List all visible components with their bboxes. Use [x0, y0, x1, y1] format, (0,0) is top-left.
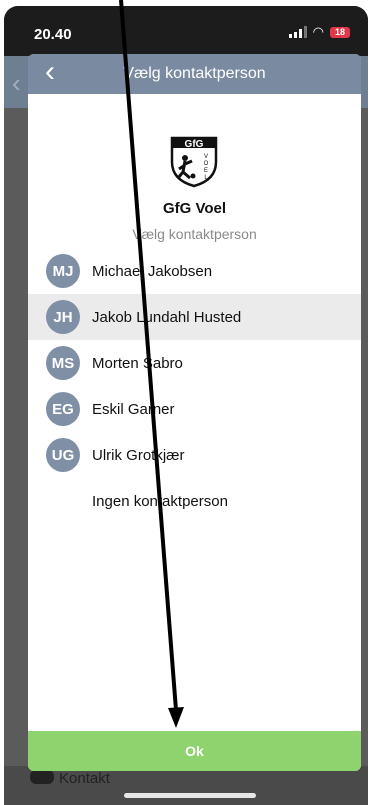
wifi-icon: ◠ [312, 24, 324, 39]
home-indicator [124, 793, 256, 798]
background-contact-icon [30, 770, 54, 784]
battery-icon: 18 [330, 26, 350, 38]
background-bottom-label: Kontakt [59, 770, 110, 787]
contact-name: Michael Jakobsen [92, 262, 213, 280]
avatar: MS [46, 346, 80, 380]
ok-button[interactable]: Ok [28, 731, 361, 771]
avatar: EG [46, 392, 80, 426]
modal-header: ‹ Vælg kontaktperson [28, 54, 361, 94]
svg-text:O: O [204, 161, 209, 167]
svg-text:GfG: GfG [185, 139, 204, 150]
status-bar: 20.40 ◠ 18 [4, 6, 368, 56]
avatar: UG [46, 438, 80, 472]
contact-row-michael-jakobsen[interactable]: MJ Michael Jakobsen [28, 248, 361, 294]
background-bottom-bar: Kontakt [4, 766, 368, 805]
club-name: GfG Voel [162, 200, 227, 217]
contact-row-eskil-garner[interactable]: EG Eskil Garner [28, 386, 361, 432]
contact-name: Eskil Garner [92, 400, 175, 418]
modal-subtitle: Vælg kontaktperson [132, 226, 257, 242]
background-back-icon: ‹ [12, 68, 21, 98]
contact-row-jakob-lundahl-husted[interactable]: JH Jakob Lundahl Husted [28, 294, 361, 340]
contact-name: Ulrik Grotkjær [92, 446, 185, 464]
svg-text:V: V [204, 154, 208, 160]
contact-picker-modal: ‹ Vælg kontaktperson GfG V O E L GfG Voe… [28, 54, 361, 771]
status-time: 20.40 [34, 26, 72, 43]
signal-icon [288, 26, 307, 38]
status-icons: ◠ 18 [288, 24, 350, 39]
svg-text:E: E [204, 168, 208, 174]
contact-name: Jakob Lundahl Husted [92, 308, 242, 326]
contact-row-morten-sabro[interactable]: MS Morten Sabro [28, 340, 361, 386]
modal-title: Vælg kontaktperson [123, 65, 266, 82]
club-logo: GfG V O E L [170, 136, 218, 188]
no-contact-label: Ingen kontaktperson [92, 492, 228, 510]
contact-list: MJ Michael Jakobsen JH Jakob Lundahl Hus… [28, 248, 361, 524]
chevron-left-icon[interactable]: ‹ [38, 54, 62, 94]
avatar: MJ [46, 254, 80, 288]
no-contact-option[interactable]: Ingen kontaktperson [28, 478, 361, 524]
contact-name: Morten Sabro [92, 354, 183, 372]
contact-row-ulrik-grotkjaer[interactable]: UG Ulrik Grotkjær [28, 432, 361, 478]
avatar: JH [46, 300, 80, 334]
